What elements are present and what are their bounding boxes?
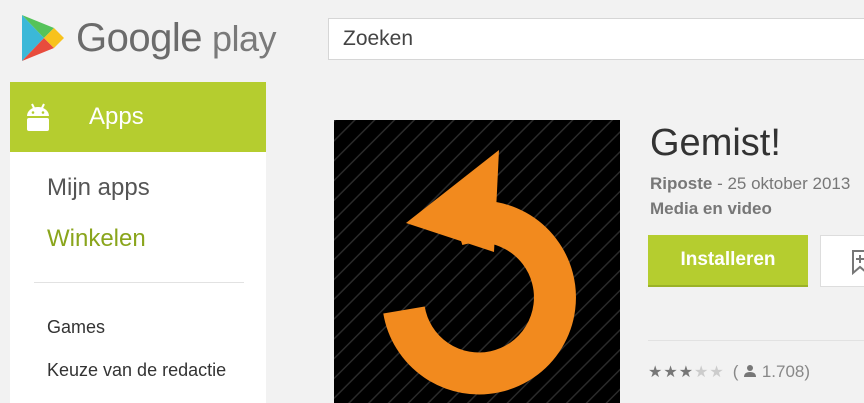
rewind-arrow-icon: [334, 120, 620, 403]
rating-divider: [648, 340, 864, 341]
google-play-logo[interactable]: Google play: [20, 10, 277, 66]
nav-item-winkelen[interactable]: Winkelen: [47, 225, 146, 253]
search-box[interactable]: [328, 18, 864, 60]
sidebar-divider: [34, 282, 244, 283]
category-link[interactable]: Media en video: [650, 199, 772, 219]
sidebar: Apps Mijn apps Winkelen Games Keuze van …: [10, 82, 266, 403]
developer-link[interactable]: Riposte: [650, 174, 712, 193]
release-date: - 25 oktober 2013: [717, 174, 851, 193]
person-icon: [744, 365, 757, 377]
rating-count: 1.708: [761, 362, 805, 381]
logo-product: play: [211, 17, 277, 59]
rating-count-wrapper: ( 1.708): [732, 362, 811, 381]
app-icon: [334, 120, 620, 403]
star-rating: ★★★★★: [648, 362, 725, 382]
rating-row: ★★★★★ ( 1.708): [648, 362, 810, 382]
install-button[interactable]: Installeren: [648, 235, 808, 287]
search-input[interactable]: [329, 19, 864, 59]
logo-wordmark: Google play: [76, 15, 277, 61]
wishlist-button[interactable]: [820, 235, 864, 287]
apps-tab[interactable]: Apps: [10, 82, 266, 152]
star-icon: ★: [663, 364, 679, 381]
nav-item-mijn-apps[interactable]: Mijn apps: [47, 174, 150, 202]
logo-brand: Google: [76, 15, 202, 60]
app-meta: Riposte - 25 oktober 2013: [650, 174, 850, 194]
star-icon: ★: [694, 364, 710, 381]
star-icon: ★: [648, 364, 664, 381]
apps-tab-label: Apps: [89, 103, 144, 130]
nav-item-keuze-van-de-redactie[interactable]: Keuze van de redactie: [47, 360, 226, 381]
android-icon: [27, 103, 49, 131]
app-title: Gemist!: [650, 122, 781, 164]
play-triangle-icon: [22, 15, 64, 61]
top-bar: Google play: [0, 0, 864, 82]
bookmark-plus-icon: [852, 250, 864, 275]
star-icon: ★: [678, 364, 695, 381]
nav-item-games[interactable]: Games: [47, 317, 105, 338]
star-icon: ★: [709, 364, 725, 381]
